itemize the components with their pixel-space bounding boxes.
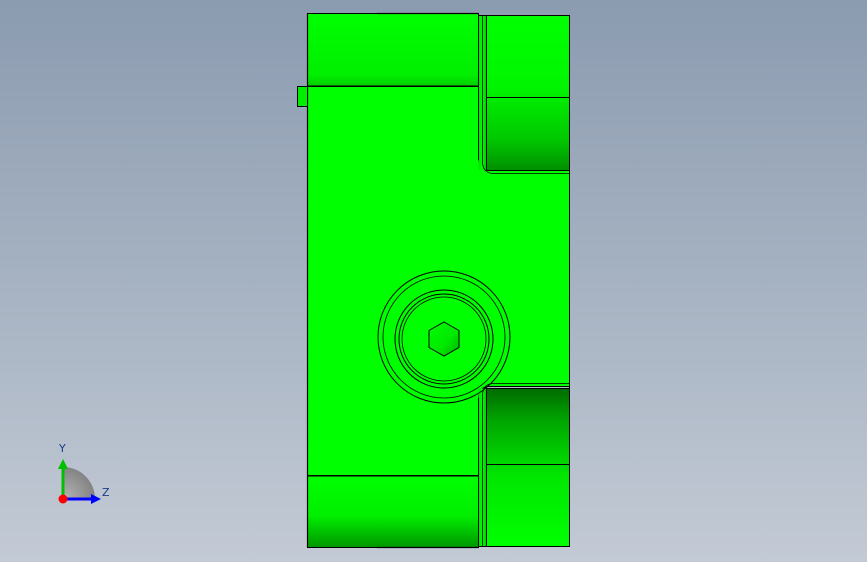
bottom-boss-face[interactable]: [307, 475, 479, 548]
triad-z-arrow-icon: [91, 494, 101, 504]
triad-y-label: Y: [59, 442, 66, 455]
triad-x-axis-icon: [58, 494, 68, 504]
top-boss-face[interactable]: [307, 13, 479, 87]
triad-plane-icon: [63, 467, 95, 499]
triad-y-arrow-icon: [58, 459, 68, 469]
lower-right-block[interactable]: [486, 388, 570, 547]
upper-right-block[interactable]: [486, 15, 570, 171]
part-body[interactable]: [297, 12, 570, 549]
view-triad[interactable]: [58, 459, 101, 504]
side-pin[interactable]: [297, 86, 308, 107]
triad-z-label: Z: [102, 486, 110, 499]
model-view[interactable]: [0, 0, 867, 562]
graphics-viewport[interactable]: Y Z: [0, 0, 867, 562]
